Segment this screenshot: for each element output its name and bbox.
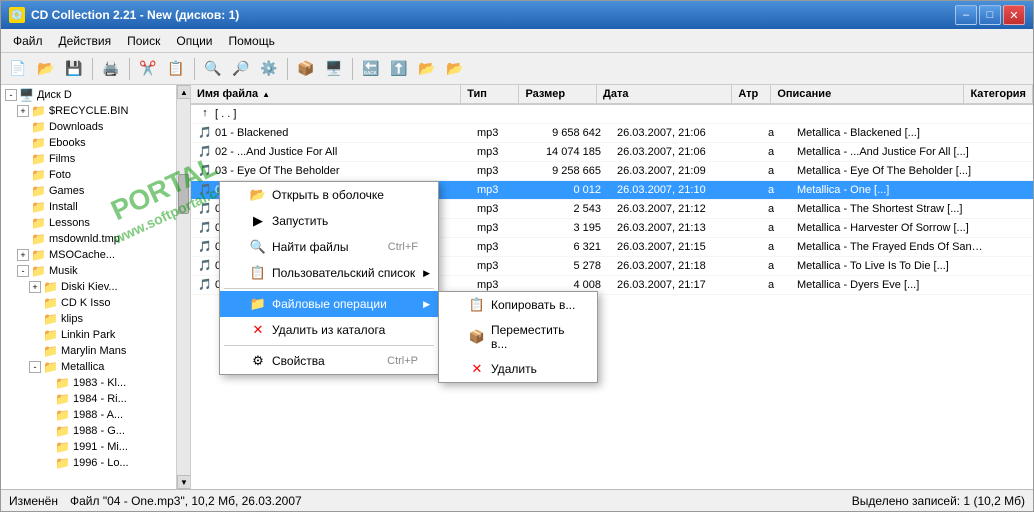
user-list-icon: 📋 (250, 265, 266, 281)
main-window: 💿 CD Collection 2.21 - New (дисков: 1) –… (0, 0, 1034, 512)
context-submenu: 📋 Копировать в... 📦 Переместить в... ✕ У… (438, 291, 598, 383)
ctx-user-list-label: Пользовательский список (272, 266, 415, 280)
ctx-properties[interactable]: ⚙ Свойства Ctrl+P (220, 348, 438, 374)
ctx-open-shell-label: Открыть в оболочке (272, 188, 384, 202)
ctx-delete-sub-label: Удалить (491, 362, 537, 376)
context-menu-overlay[interactable]: 📂 Открыть в оболочке ▶ Запустить 🔍 Найти… (1, 1, 1033, 511)
open-shell-icon: 📂 (250, 187, 266, 203)
ctx-open-shell[interactable]: 📂 Открыть в оболочке (220, 182, 438, 208)
ctx-sep-1 (224, 288, 434, 289)
ctx-file-ops[interactable]: 📁 Файловые операции (220, 291, 438, 317)
run-icon: ▶ (250, 213, 266, 229)
ctx-find[interactable]: 🔍 Найти файлы Ctrl+F (220, 234, 438, 260)
copy-to-icon: 📋 (469, 297, 485, 313)
ctx-copy-to-label: Копировать в... (491, 298, 575, 312)
ctx-move-to[interactable]: 📦 Переместить в... (439, 318, 597, 356)
context-menu: 📂 Открыть в оболочке ▶ Запустить 🔍 Найти… (219, 181, 439, 375)
ctx-run[interactable]: ▶ Запустить (220, 208, 438, 234)
ctx-delete-catalog-label: Удалить из каталога (272, 323, 385, 337)
move-to-icon: 📦 (469, 329, 485, 345)
file-ops-icon: 📁 (250, 296, 266, 312)
ctx-move-to-label: Переместить в... (491, 323, 577, 351)
ctx-run-label: Запустить (272, 214, 328, 228)
ctx-file-ops-label: Файловые операции (272, 297, 387, 311)
ctx-find-label: Найти файлы (272, 240, 348, 254)
ctx-properties-label: Свойства (272, 354, 325, 368)
ctx-sep-2 (224, 345, 434, 346)
ctx-properties-shortcut: Ctrl+P (387, 355, 418, 367)
ctx-file-ops-wrapper[interactable]: 📁 Файловые операции 📋 Копировать в... 📦 … (220, 291, 438, 317)
ctx-user-list[interactable]: 📋 Пользовательский список (220, 260, 438, 286)
delete-sub-icon: ✕ (469, 361, 485, 377)
ctx-copy-to[interactable]: 📋 Копировать в... (439, 292, 597, 318)
ctx-delete-catalog[interactable]: ✕ Удалить из каталога (220, 317, 438, 343)
properties-icon: ⚙ (250, 353, 266, 369)
ctx-find-shortcut: Ctrl+F (388, 241, 418, 253)
delete-catalog-icon: ✕ (250, 322, 266, 338)
find-icon: 🔍 (250, 239, 266, 255)
ctx-delete-sub[interactable]: ✕ Удалить (439, 356, 597, 382)
